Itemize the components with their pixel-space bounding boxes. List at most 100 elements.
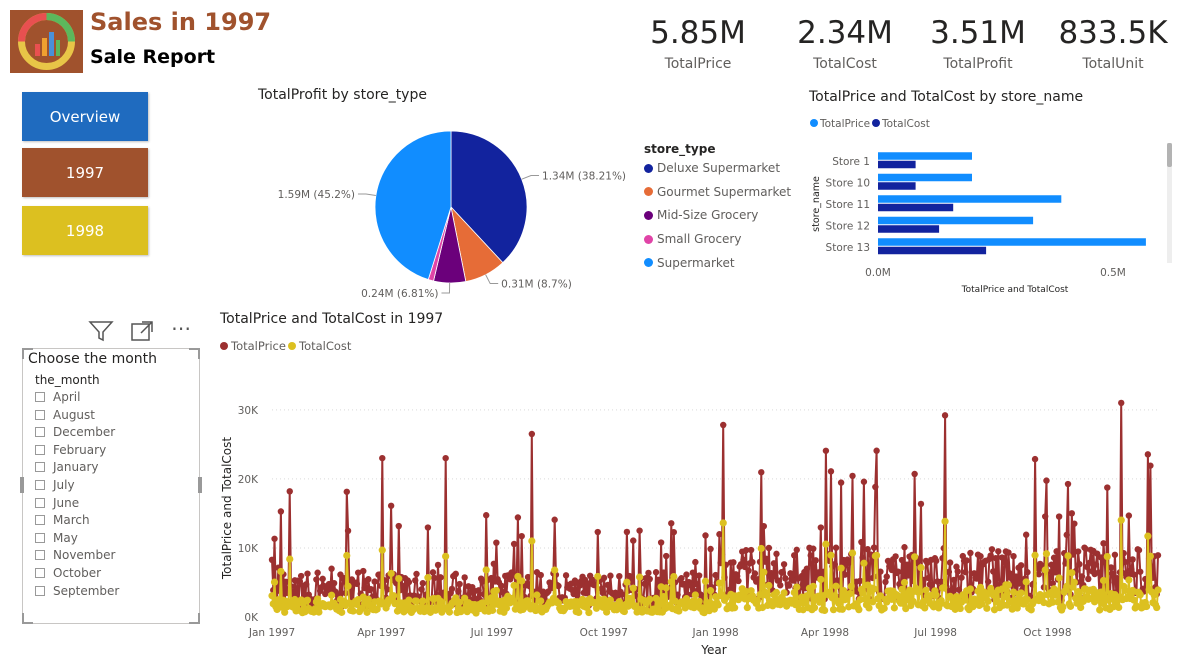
- slicer-item-label: September: [53, 583, 120, 598]
- data-point: [834, 599, 843, 607]
- slicer-item-june[interactable]: June: [35, 496, 79, 510]
- data-point: [760, 568, 768, 576]
- data-point: [1096, 606, 1104, 614]
- data-point: [1125, 512, 1133, 519]
- pie-leader-line: [485, 274, 499, 285]
- data-point: [424, 524, 432, 531]
- data-point: [313, 576, 320, 583]
- data-point: [419, 597, 427, 605]
- checkbox[interactable]: [35, 392, 45, 402]
- data-point: [1041, 513, 1049, 520]
- data-point: [1118, 399, 1125, 407]
- data-point: [429, 569, 437, 576]
- slicer-item-may[interactable]: May: [35, 531, 78, 545]
- data-point: [822, 447, 830, 454]
- data-point: [770, 560, 778, 567]
- checkbox[interactable]: [35, 568, 45, 578]
- slicer-item-february[interactable]: February: [35, 443, 106, 457]
- filter-icon[interactable]: [88, 320, 114, 347]
- data-point: [984, 597, 992, 605]
- focus-mode-icon[interactable]: [130, 320, 154, 347]
- year-1997-button[interactable]: 1997: [22, 148, 148, 197]
- data-point: [475, 587, 482, 594]
- data-point: [1022, 578, 1030, 586]
- pie-data-label: 1.59M (45.2%): [278, 189, 355, 201]
- more-options-icon[interactable]: ⋯: [171, 316, 191, 340]
- data-point: [1053, 548, 1060, 555]
- slicer-item-september[interactable]: September: [35, 584, 119, 598]
- data-point: [412, 577, 419, 584]
- data-point: [829, 606, 838, 614]
- data-point: [1154, 586, 1162, 594]
- slicer-item-april[interactable]: April: [35, 390, 80, 404]
- y-tick-label: 10K: [238, 543, 259, 555]
- data-point: [702, 532, 709, 539]
- slicer-item-july[interactable]: July: [35, 478, 75, 492]
- data-point: [343, 551, 351, 560]
- resize-handle-left[interactable]: [20, 477, 24, 493]
- slicer-item-october[interactable]: October: [35, 566, 101, 580]
- data-point: [916, 588, 924, 596]
- data-point: [1121, 586, 1129, 595]
- data-point: [687, 581, 694, 589]
- slicer-item-january[interactable]: January: [35, 460, 99, 474]
- data-point: [1063, 582, 1071, 590]
- data-point: [660, 593, 668, 601]
- slicer-item-march[interactable]: March: [35, 513, 90, 527]
- pie-legend-item[interactable]: Deluxe Supermarket: [644, 161, 780, 175]
- checkbox[interactable]: [35, 497, 45, 508]
- data-point: [780, 561, 788, 568]
- data-point: [482, 566, 490, 574]
- pie-legend-item[interactable]: Mid-Size Grocery: [644, 208, 758, 222]
- data-point: [882, 578, 889, 586]
- data-point: [925, 574, 932, 582]
- overview-button[interactable]: Overview: [22, 92, 148, 141]
- checkbox[interactable]: [35, 532, 45, 543]
- data-point: [758, 469, 765, 476]
- data-point: [731, 604, 739, 612]
- data-point: [837, 479, 845, 486]
- data-point: [1100, 540, 1107, 547]
- data-point: [848, 549, 857, 557]
- data-point: [1066, 602, 1075, 610]
- checkbox[interactable]: [35, 515, 45, 526]
- checkbox[interactable]: [35, 550, 45, 561]
- pie-legend-item[interactable]: Gourmet Supermarket: [644, 185, 791, 199]
- data-point: [1031, 551, 1039, 559]
- kpi-label: TotalCost: [813, 56, 877, 72]
- year-1998-button[interactable]: 1998: [22, 206, 148, 255]
- slicer-item-november[interactable]: November: [35, 548, 115, 562]
- pie-legend-item[interactable]: Small Grocery: [644, 232, 741, 246]
- data-point: [760, 522, 767, 530]
- kpi-total-price: 5.85M TotalPrice: [638, 14, 758, 72]
- checkbox[interactable]: [35, 462, 45, 473]
- data-point: [941, 412, 949, 419]
- checkbox[interactable]: [35, 427, 45, 438]
- data-point: [330, 579, 338, 587]
- pie-leader-line: [521, 175, 540, 180]
- data-point: [841, 571, 849, 578]
- data-point: [297, 572, 305, 580]
- data-point: [1052, 587, 1061, 595]
- data-point: [940, 584, 948, 592]
- data-point: [683, 571, 690, 578]
- pie-data-label: 1.34M (38.21%): [542, 171, 626, 183]
- resize-handle-right[interactable]: [198, 477, 202, 493]
- data-point: [528, 537, 536, 545]
- data-point: [894, 568, 902, 575]
- checkbox[interactable]: [35, 480, 45, 490]
- data-point: [858, 538, 865, 546]
- data-point: [1117, 516, 1125, 524]
- checkbox[interactable]: [35, 409, 45, 420]
- checkbox[interactable]: [35, 585, 45, 596]
- pie-legend-item[interactable]: Supermarket: [644, 256, 735, 270]
- checkbox[interactable]: [35, 444, 45, 455]
- bar-legend-marker: [810, 119, 818, 127]
- slicer-item-label: March: [53, 513, 90, 528]
- data-point: [831, 561, 838, 568]
- data-point: [905, 572, 912, 579]
- slicer-item-august[interactable]: August: [35, 408, 95, 422]
- data-point: [413, 570, 420, 578]
- data-point: [1001, 559, 1008, 566]
- slicer-item-december[interactable]: December: [35, 425, 115, 439]
